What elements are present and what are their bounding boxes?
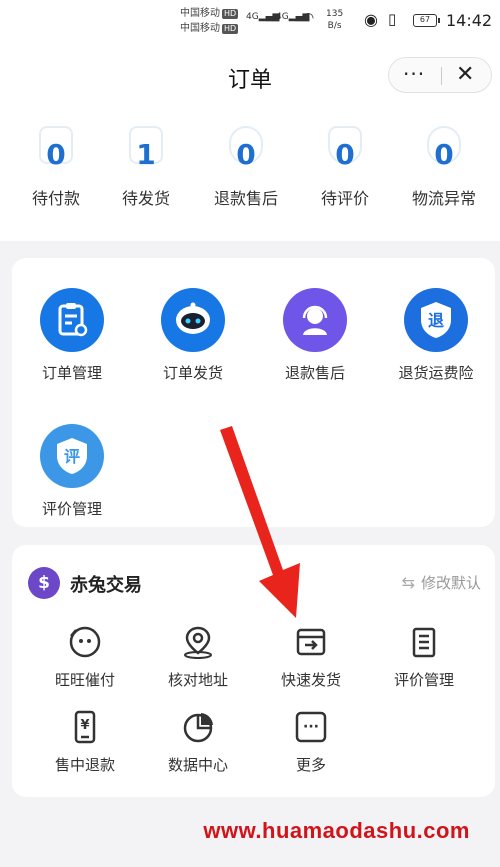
eye-icon: ◉ xyxy=(364,10,378,29)
tool-label: 评价管理 xyxy=(393,671,454,689)
tool-label: 退货运费险 xyxy=(398,364,474,382)
refund-phone-icon: ¥ xyxy=(30,708,140,746)
money-bag-icon: $ xyxy=(28,567,60,599)
speed-value: 135 xyxy=(326,9,344,19)
tool-label: 订单管理 xyxy=(41,364,102,382)
status-label: 物流异常 xyxy=(411,189,476,208)
more-menu-icon[interactable]: ··· xyxy=(403,62,425,86)
tool-label: 数据中心 xyxy=(167,756,228,774)
pie-chart-icon xyxy=(143,708,253,746)
carrier-1: 中国移动 xyxy=(180,8,220,19)
tool-wangwang-reminder[interactable]: 旺旺催付 xyxy=(30,623,140,690)
swap-icon: ⇆ xyxy=(401,573,415,592)
status-logistics-exception[interactable]: 0 物流异常 xyxy=(399,120,489,209)
more-icon: ··· xyxy=(256,708,366,746)
shield-review-icon: 评 xyxy=(40,424,104,488)
wangwang-icon xyxy=(30,623,140,661)
tool-label: 评价管理 xyxy=(41,500,102,518)
clock: 14:42 xyxy=(446,11,493,30)
signal-icon: 4G▂▄▆ xyxy=(246,12,280,22)
robot-icon xyxy=(161,288,225,352)
status-count: 0 xyxy=(335,138,355,171)
tool-more[interactable]: ··· 更多 xyxy=(256,708,366,775)
tool-refund-in-sale[interactable]: ¥ 售中退款 xyxy=(30,708,140,775)
network-type: 4G xyxy=(276,12,289,22)
hd-badge: HD xyxy=(222,24,239,34)
network-speed: 135 B/s xyxy=(326,8,343,32)
tool-order-shipment[interactable]: 订单发货 xyxy=(133,288,253,383)
hd-badge: HD xyxy=(222,9,239,19)
status-count: 0 xyxy=(46,138,66,171)
location-icon xyxy=(143,623,253,661)
title-bar: 订单 ··· ✕ xyxy=(0,44,500,106)
box-icon xyxy=(256,623,366,661)
chitu-trade-card: $ 赤兔交易 ⇆ 修改默认 旺旺催付 核对地址 快速发货 评价管理 ¥ 售中退款… xyxy=(12,545,495,797)
service-card: 订单管理 订单发货 退款售后 退 退货运费险 评 评价管理 xyxy=(12,258,495,527)
headset-icon xyxy=(283,288,347,352)
vibrate-icon: ▯ xyxy=(388,10,397,28)
status-refund[interactable]: 0 退款售后 xyxy=(201,120,291,209)
status-pending-shipment[interactable]: 1 待发货 xyxy=(101,120,191,209)
tool-review-management-2[interactable]: 评价管理 xyxy=(369,623,479,690)
status-label: 待评价 xyxy=(320,189,369,208)
tool-data-center[interactable]: 数据中心 xyxy=(143,708,253,775)
status-count: 1 xyxy=(136,138,156,171)
yen-glyph: ¥ xyxy=(80,718,89,733)
edit-default-button[interactable]: ⇆ 修改默认 xyxy=(402,572,481,593)
status-bar: 中国移动 HD 中国移动 HD 4G▂▄▆ 4G▂▄▆ ◠ 135 B/s ◉ ▯ … xyxy=(0,0,500,44)
carrier-info: 中国移动 HD 中国移动 HD xyxy=(180,6,239,36)
menu-capsule: ··· ✕ xyxy=(388,57,492,93)
capsule-divider xyxy=(441,67,442,85)
battery-icon: 67 xyxy=(413,14,440,27)
status-label: 待付款 xyxy=(31,189,80,208)
tool-check-address[interactable]: 核对地址 xyxy=(143,623,253,690)
clipboard-icon xyxy=(40,288,104,352)
close-icon[interactable]: ✕ xyxy=(456,62,474,87)
shield-icon: 退 xyxy=(404,288,468,352)
speed-unit: B/s xyxy=(327,21,342,31)
tool-label: 核对地址 xyxy=(167,671,228,689)
battery-level: 67 xyxy=(419,15,431,24)
wifi-icon: ◠ xyxy=(302,10,315,26)
tool-label: 退款售后 xyxy=(284,364,345,382)
tool-return-shipping-insurance[interactable]: 退 退货运费险 xyxy=(376,288,496,383)
status-count: 0 xyxy=(434,138,454,171)
tool-refund-after-sale[interactable]: 退款售后 xyxy=(255,288,375,383)
tool-label: 更多 xyxy=(295,756,326,774)
status-label: 待发货 xyxy=(121,189,170,208)
status-pending-review[interactable]: 0 待评价 xyxy=(300,120,390,209)
tool-review-management[interactable]: 评 评价管理 xyxy=(12,424,132,519)
tool-label: 售中退款 xyxy=(54,756,115,774)
tool-label: 订单发货 xyxy=(162,364,223,382)
status-pending-payment[interactable]: 0 待付款 xyxy=(11,120,101,209)
shield-glyph: 退 xyxy=(428,311,444,330)
watermark: www.huamaodashu.com xyxy=(203,818,470,843)
tool-quick-shipment[interactable]: 快速发货 xyxy=(256,623,366,690)
shield-glyph: 评 xyxy=(64,447,80,466)
status-label: 退款售后 xyxy=(213,189,278,208)
tool-order-management[interactable]: 订单管理 xyxy=(12,288,132,383)
brand-name: 赤兔交易 xyxy=(70,575,142,596)
order-status-row: 0 待付款 1 待发货 0 退款售后 0 待评价 0 物流异常 xyxy=(0,106,500,241)
status-count: 0 xyxy=(236,138,256,171)
tool-label: 旺旺催付 xyxy=(54,671,115,689)
tool-label: 快速发货 xyxy=(280,671,341,689)
more-glyph: ··· xyxy=(303,719,319,735)
network-type: 4G xyxy=(246,12,259,22)
edit-default-label: 修改默认 xyxy=(420,574,481,592)
carrier-2: 中国移动 xyxy=(180,23,220,34)
review-list-icon xyxy=(369,623,479,661)
